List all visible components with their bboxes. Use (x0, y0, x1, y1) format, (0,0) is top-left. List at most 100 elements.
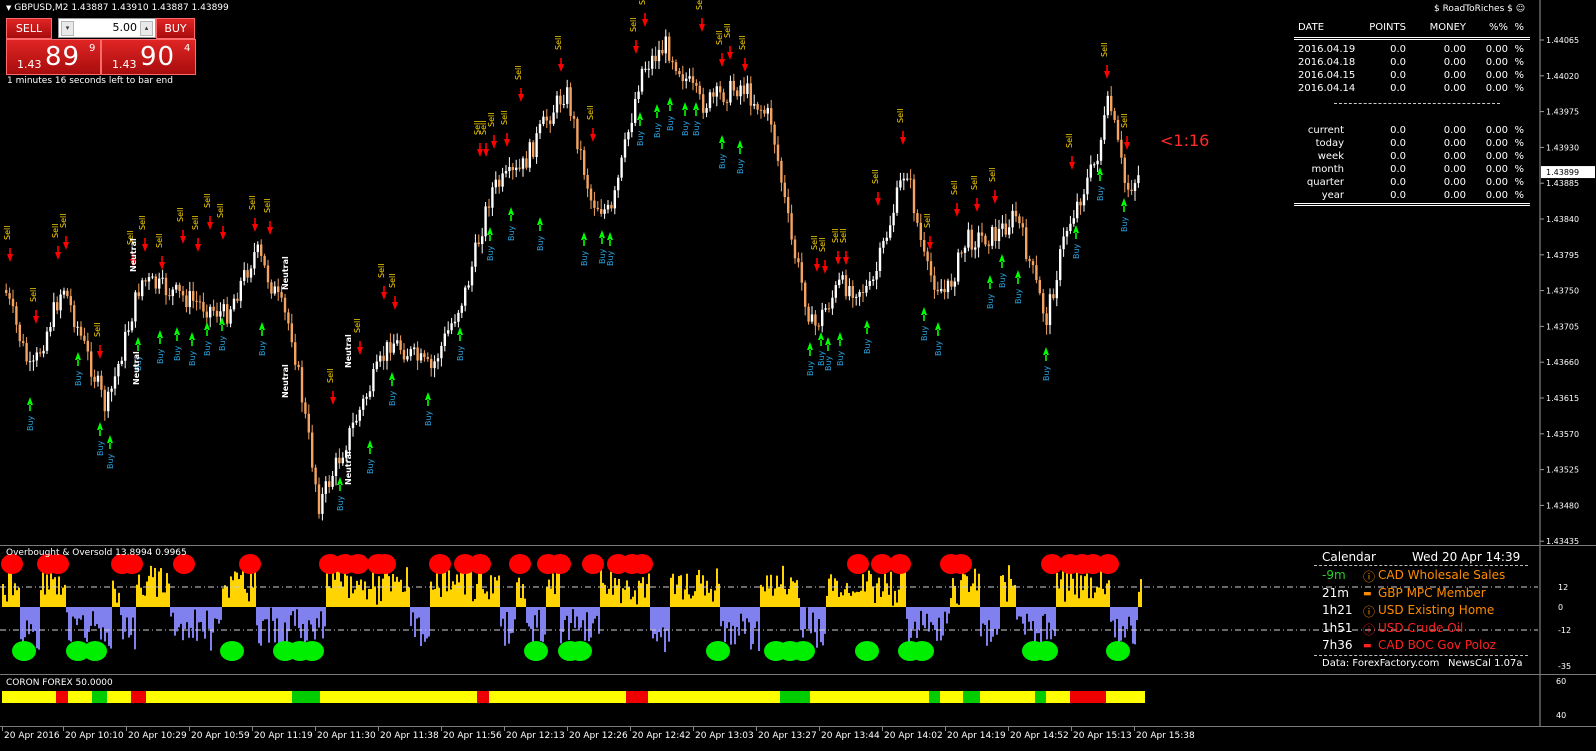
lot-increase-icon[interactable]: ▴ (140, 21, 153, 36)
oscillator-bar (920, 607, 922, 611)
oscillator-bar (612, 594, 614, 607)
oscillator-bar (896, 602, 898, 607)
oscillator-bar (1060, 579, 1062, 607)
sell-button[interactable]: SELL (6, 18, 52, 39)
candle-body (450, 323, 453, 331)
candle-body (460, 305, 463, 313)
stats-cell-money: 0.00 (1443, 151, 1466, 162)
oscillator-bar (658, 607, 660, 633)
oscillator-bar (298, 607, 300, 629)
sell-arrow-icon (357, 341, 363, 355)
oscillator-bar (678, 576, 680, 607)
dropdown-triangle-icon[interactable]: ▼ (6, 4, 11, 12)
oscillator-bar (496, 580, 498, 607)
calendar-event[interactable]: 7h36 ▬ CAD BOC Gov Poloz (1314, 638, 1528, 655)
oversold-dot (524, 641, 548, 661)
buy-signal-label: Buy (863, 338, 872, 354)
stats-cell-sign: % (1514, 177, 1524, 188)
sell-price-button[interactable]: 1.43 89 9 (6, 39, 101, 75)
oscillator-bar (26, 607, 28, 621)
oscillator-bar (436, 571, 438, 607)
coron-segment (626, 691, 648, 703)
calendar-title: Calendar (1322, 550, 1376, 564)
oscillator-bar (186, 607, 188, 623)
oscillator-bar (802, 607, 804, 638)
sell-arrow-icon (822, 260, 828, 274)
calendar-event[interactable]: 21m ▬ GBP MPC Member (1314, 586, 1528, 603)
oscillator-bar (622, 588, 624, 607)
candle-body (644, 68, 647, 70)
candle-body (185, 295, 188, 308)
lot-decrease-icon[interactable]: ▾ (61, 21, 74, 36)
oscillator-bar (1022, 607, 1024, 624)
oscillator-bar (1012, 585, 1014, 607)
buy-arrow-icon (425, 392, 431, 406)
coron-chart[interactable]: 60 40 (0, 675, 1596, 726)
oscillator-bar (956, 603, 958, 607)
oscillator-bar (1088, 598, 1090, 607)
event-title: USD Crude Oil (1378, 620, 1464, 635)
oscillator-level-label: 0 (1558, 603, 1563, 612)
time-tick (567, 727, 568, 731)
oscillator-bar (166, 573, 168, 607)
candle-body (158, 278, 161, 289)
candle-body (688, 76, 691, 79)
divider (1294, 37, 1530, 40)
time-tick-label: 20 Apr 11:30 (317, 731, 376, 741)
sell-signal-label: Sell (216, 204, 225, 218)
oscillator-bar (52, 579, 54, 607)
oscillator-bar (488, 599, 490, 607)
candle-body (827, 308, 831, 310)
coron-segment (292, 691, 320, 703)
calendar-event[interactable]: 1h51 ⓘ USD Crude Oil (1314, 621, 1528, 638)
stats-cell-pct: 0.00 (1485, 70, 1508, 81)
oscillator-bar (486, 591, 488, 607)
oscillator-level-label: -12 (1558, 626, 1571, 635)
buy-button[interactable]: BUY (156, 18, 195, 39)
candle-body (232, 298, 236, 310)
oscillator-bar (240, 575, 242, 607)
candle-body (810, 314, 814, 322)
stats-daily-row: 2016.04.15 0.0 0.00 0.00% (1294, 70, 1530, 83)
stats-cell-date: 2016.04.18 (1298, 57, 1356, 68)
oscillator-bar (328, 586, 330, 607)
oscillator-bar (84, 607, 86, 638)
oscillator-bar (214, 607, 216, 619)
overbought-dot (429, 554, 451, 574)
sell-arrow-icon (1124, 136, 1130, 150)
candle-body (807, 306, 810, 322)
sell-arrow-icon (207, 216, 213, 230)
oscillator-bar (552, 573, 554, 607)
col-points: POINTS (1369, 22, 1406, 33)
candle-body (1055, 280, 1058, 299)
candle-body (76, 326, 79, 328)
col-sign: % (1514, 22, 1524, 33)
candle-body (1059, 249, 1062, 281)
stats-cell-date: 2016.04.14 (1298, 83, 1356, 94)
candle-body (542, 116, 545, 125)
calendar-event[interactable]: 1h21 ⓘ USD Existing Home (1314, 603, 1528, 620)
buy-signal-label: Buy (106, 453, 115, 469)
candle-body (1106, 95, 1109, 116)
price-tick-label: 1.43525 (1546, 466, 1579, 475)
candle-body (277, 286, 280, 293)
stats-period-row: quarter 0.0 0.00 0.00% (1294, 177, 1530, 190)
lot-size-input[interactable]: ▾ 5.00 ▴ (58, 18, 156, 38)
oscillator-bar (554, 594, 556, 607)
stats-cell-money: 0.00 (1443, 44, 1466, 55)
oscillator-bar (750, 607, 752, 650)
neutral-signal-label: Neutral (344, 334, 353, 368)
calendar-event[interactable]: -9m ⓘ CAD Wholesale Sales (1314, 568, 1528, 585)
candle-body (484, 206, 487, 237)
stats-cell-points: 0.0 (1390, 44, 1406, 55)
oscillator-bar (192, 607, 194, 638)
oversold-dot (1106, 641, 1130, 661)
candle-body (134, 292, 137, 322)
oscillator-bar (810, 607, 812, 634)
oscillator-bar (752, 607, 754, 644)
buy-price-button[interactable]: 1.43 90 4 (101, 39, 196, 75)
oscillator-bar (932, 607, 934, 626)
sell-arrow-icon (504, 133, 510, 147)
candle-body (892, 212, 895, 226)
time-tick-label: 20 Apr 14:19 (947, 731, 1006, 741)
